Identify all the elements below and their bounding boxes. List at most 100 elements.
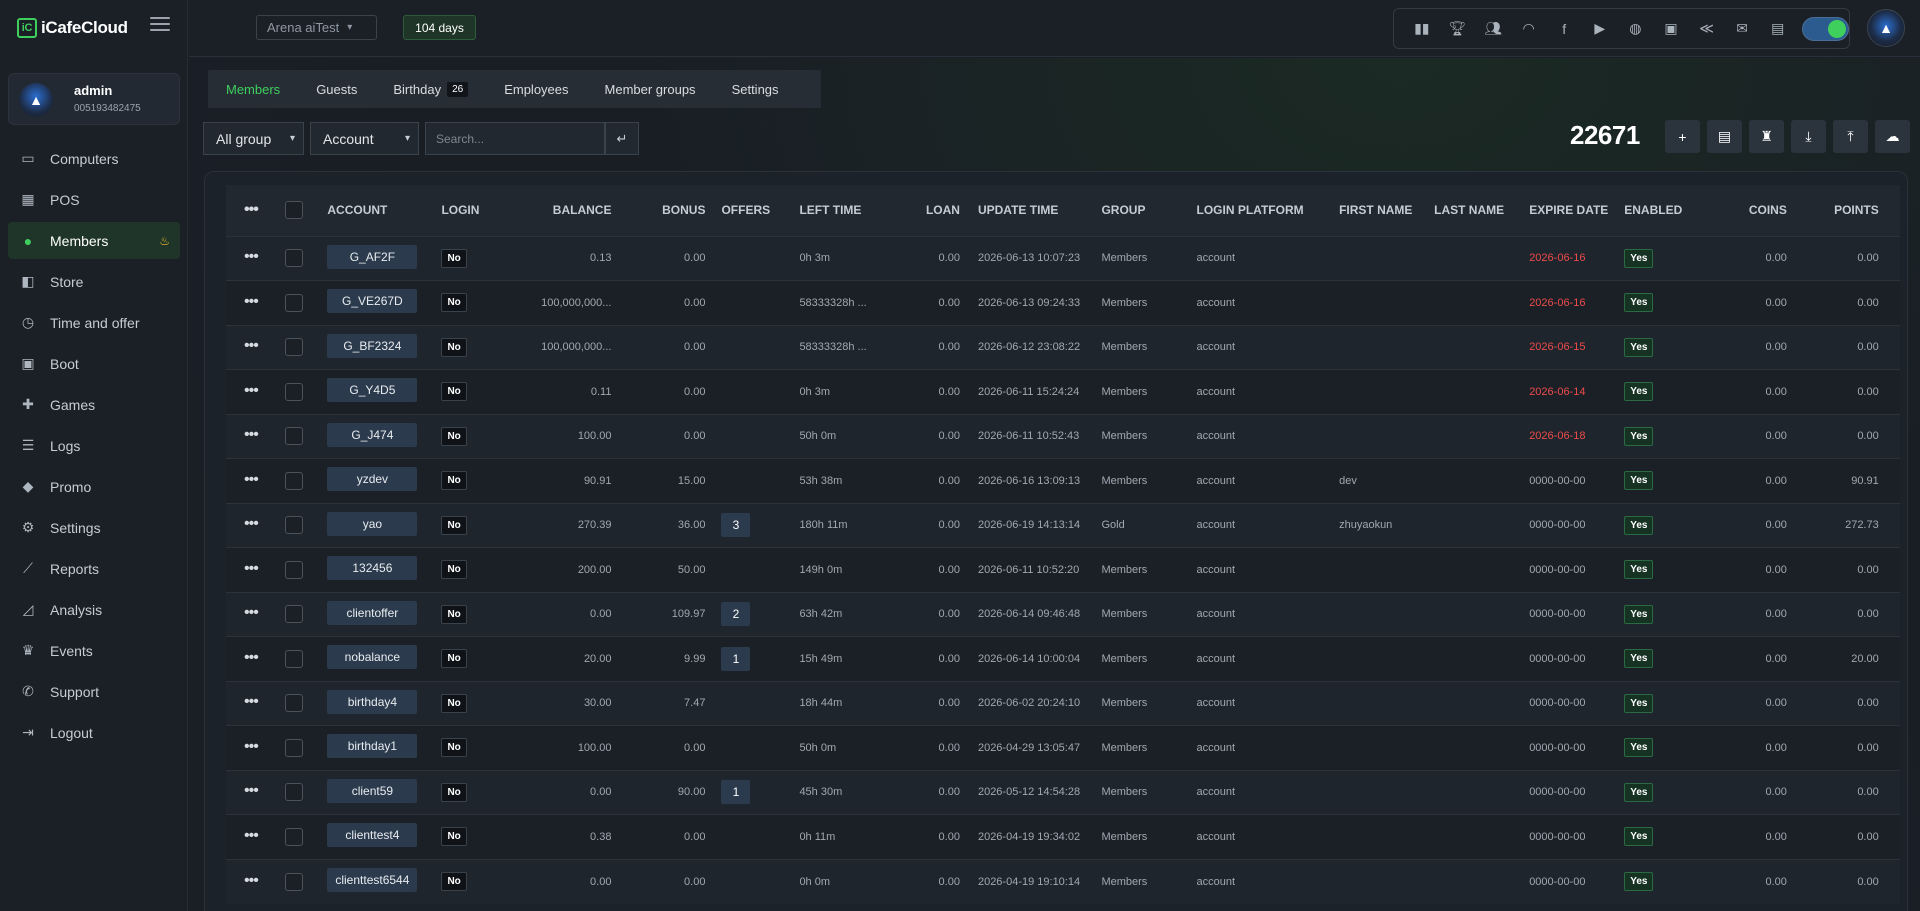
- user-card[interactable]: ▲ admin 005193482475: [8, 73, 180, 125]
- more-icon[interactable]: •••: [244, 693, 259, 710]
- branch-select[interactable]: Arena aiTest ▾: [256, 15, 377, 40]
- col-points[interactable]: Points: [1787, 185, 1879, 236]
- account-button[interactable]: G_Y4D5: [327, 378, 418, 403]
- youtube-icon[interactable]: ▶: [1582, 17, 1618, 41]
- select-all-checkbox[interactable]: [285, 201, 304, 220]
- row-select-cell[interactable]: [285, 325, 327, 370]
- search-submit-button[interactable]: ↵: [605, 122, 639, 155]
- row-select-cell[interactable]: [285, 770, 327, 815]
- row-menu-cell[interactable]: •••: [226, 236, 285, 281]
- more-icon[interactable]: •••: [244, 827, 259, 844]
- account-button[interactable]: clientoffer: [327, 600, 418, 625]
- download-button[interactable]: ⤓: [1791, 120, 1826, 153]
- sidebar-item-settings[interactable]: ⚙ Settings: [8, 509, 180, 546]
- sidebar-item-analysis[interactable]: ◿ Analysis: [8, 591, 180, 628]
- col-coins[interactable]: Coins: [1702, 185, 1787, 236]
- row-select-cell[interactable]: [285, 459, 327, 504]
- tab-settings[interactable]: Settings: [714, 70, 797, 108]
- account-button[interactable]: birthday4: [327, 689, 418, 714]
- table-row[interactable]: ••• clienttest4 No 0.38 0.00 0h 11m 0.00 2026-0…: [226, 814, 1900, 860]
- more-icon[interactable]: •••: [244, 560, 259, 577]
- row-menu-cell[interactable]: •••: [226, 414, 285, 459]
- rss-icon[interactable]: ◠: [1511, 17, 1547, 41]
- account-button[interactable]: clienttest4: [327, 823, 418, 848]
- col-group[interactable]: Group: [1101, 185, 1196, 236]
- row-select-cell[interactable]: [285, 859, 327, 904]
- table-row[interactable]: ••• client59 No 0.00 90.00 1 45h 30m 0.00 2026-0…: [226, 770, 1900, 815]
- table-row[interactable]: ••• birthday4 No 30.00 7.47 18h 44m 0.00 2026-0…: [226, 681, 1900, 726]
- header-select-all[interactable]: [285, 185, 327, 236]
- row-menu-cell[interactable]: •••: [226, 592, 285, 637]
- row-menu-cell[interactable]: •••: [226, 815, 285, 860]
- sidebar-item-reports[interactable]: ⟋ Reports: [8, 550, 180, 587]
- col-first-name[interactable]: First name: [1339, 185, 1434, 236]
- more-icon[interactable]: •••: [244, 471, 259, 488]
- facebook-icon[interactable]: f: [1546, 17, 1582, 41]
- offers-count-button[interactable]: 3: [721, 513, 751, 538]
- sidebar-item-time-and-offer[interactable]: ◷ Time and offer: [8, 304, 180, 341]
- add-member-button[interactable]: +: [1665, 120, 1700, 153]
- cloud-upload-button[interactable]: ☁: [1875, 120, 1910, 153]
- row-checkbox[interactable]: [285, 783, 304, 802]
- more-icon[interactable]: •••: [244, 649, 259, 666]
- account-button[interactable]: G_VE267D: [327, 289, 418, 314]
- row-checkbox[interactable]: [285, 249, 304, 268]
- sidebar-item-pos[interactable]: ▦ POS: [8, 181, 180, 218]
- table-row[interactable]: ••• nobalance No 20.00 9.99 1 15h 49m 0.00 2026-…: [226, 636, 1900, 682]
- row-checkbox[interactable]: [285, 827, 304, 846]
- row-menu-cell[interactable]: •••: [226, 859, 285, 904]
- row-menu-cell[interactable]: •••: [226, 770, 285, 815]
- sidebar-item-promo[interactable]: ◆ Promo: [8, 468, 180, 505]
- row-select-cell[interactable]: [285, 281, 327, 326]
- row-menu-cell[interactable]: •••: [226, 726, 285, 771]
- account-button[interactable]: yzdev: [327, 467, 418, 492]
- row-menu-cell[interactable]: •••: [226, 548, 285, 593]
- table-row[interactable]: ••• yzdev No 90.91 15.00 53h 38m 0.00 2026-06-1…: [226, 458, 1900, 504]
- ranking-button[interactable]: ♜: [1749, 120, 1784, 153]
- row-select-cell[interactable]: [285, 681, 327, 726]
- col-bonus[interactable]: Bonus: [611, 185, 705, 236]
- row-menu-cell[interactable]: •••: [226, 503, 285, 548]
- more-icon[interactable]: •••: [244, 738, 259, 755]
- menu-toggle-icon[interactable]: [150, 17, 170, 33]
- row-checkbox[interactable]: [285, 649, 304, 668]
- row-menu-cell[interactable]: •••: [226, 637, 285, 682]
- more-icon[interactable]: •••: [244, 382, 259, 399]
- col-enabled[interactable]: Enabled: [1624, 185, 1702, 236]
- row-checkbox[interactable]: [285, 471, 304, 490]
- col-expire-date[interactable]: Expire date: [1529, 185, 1624, 236]
- row-menu-cell[interactable]: •••: [226, 459, 285, 504]
- leaderboard-icon[interactable]: ▮▮: [1404, 17, 1440, 41]
- sidebar-item-computers[interactable]: ▭ Computers: [8, 140, 180, 177]
- sidebar-item-events[interactable]: ♛ Events: [8, 632, 180, 669]
- more-icon[interactable]: •••: [244, 604, 259, 621]
- row-checkbox[interactable]: [285, 560, 304, 579]
- app-logo[interactable]: iC iCafeCloud: [17, 17, 128, 39]
- tab-guests[interactable]: Guests: [298, 70, 375, 108]
- account-button[interactable]: G_J474: [327, 422, 418, 447]
- offers-count-button[interactable]: 2: [721, 602, 751, 627]
- sidebar-item-logout[interactable]: ⇥ Logout: [8, 714, 180, 751]
- tab-employees[interactable]: Employees: [486, 70, 586, 108]
- row-checkbox[interactable]: [285, 694, 304, 713]
- table-row[interactable]: ••• G_J474 No 100.00 0.00 50h 0m 0.00 2026-06-1…: [226, 414, 1900, 459]
- table-row[interactable]: ••• clienttest6544 No 0.00 0.00 0h 0m 0.00 2026…: [226, 859, 1900, 904]
- upload-button[interactable]: ⤒: [1833, 120, 1868, 153]
- table-row[interactable]: ••• clientoffer No 0.00 109.97 2 63h 42m 0.00 20…: [226, 592, 1900, 637]
- offers-count-button[interactable]: 1: [721, 646, 751, 671]
- col-left-time[interactable]: Left time: [799, 185, 909, 236]
- account-button[interactable]: G_AF2F: [327, 244, 418, 269]
- sidebar-item-support[interactable]: ✆ Support: [8, 673, 180, 710]
- tab-members[interactable]: Members: [208, 70, 298, 108]
- sidebar-item-store[interactable]: ◧ Store: [8, 263, 180, 300]
- row-checkbox[interactable]: [285, 293, 304, 312]
- theme-toggle[interactable]: [1801, 16, 1850, 41]
- row-checkbox[interactable]: [285, 382, 304, 401]
- table-row[interactable]: ••• G_VE267D No 100,000,000... 0.00 58333328h…: [226, 280, 1900, 326]
- row-menu-cell[interactable]: •••: [226, 325, 285, 370]
- row-select-cell[interactable]: [285, 592, 327, 637]
- mail-icon[interactable]: ✉: [1724, 17, 1760, 41]
- sidebar-item-boot[interactable]: ▣ Boot: [8, 345, 180, 382]
- row-select-cell[interactable]: [285, 503, 327, 548]
- group-filter-select[interactable]: All group ▾: [203, 122, 304, 155]
